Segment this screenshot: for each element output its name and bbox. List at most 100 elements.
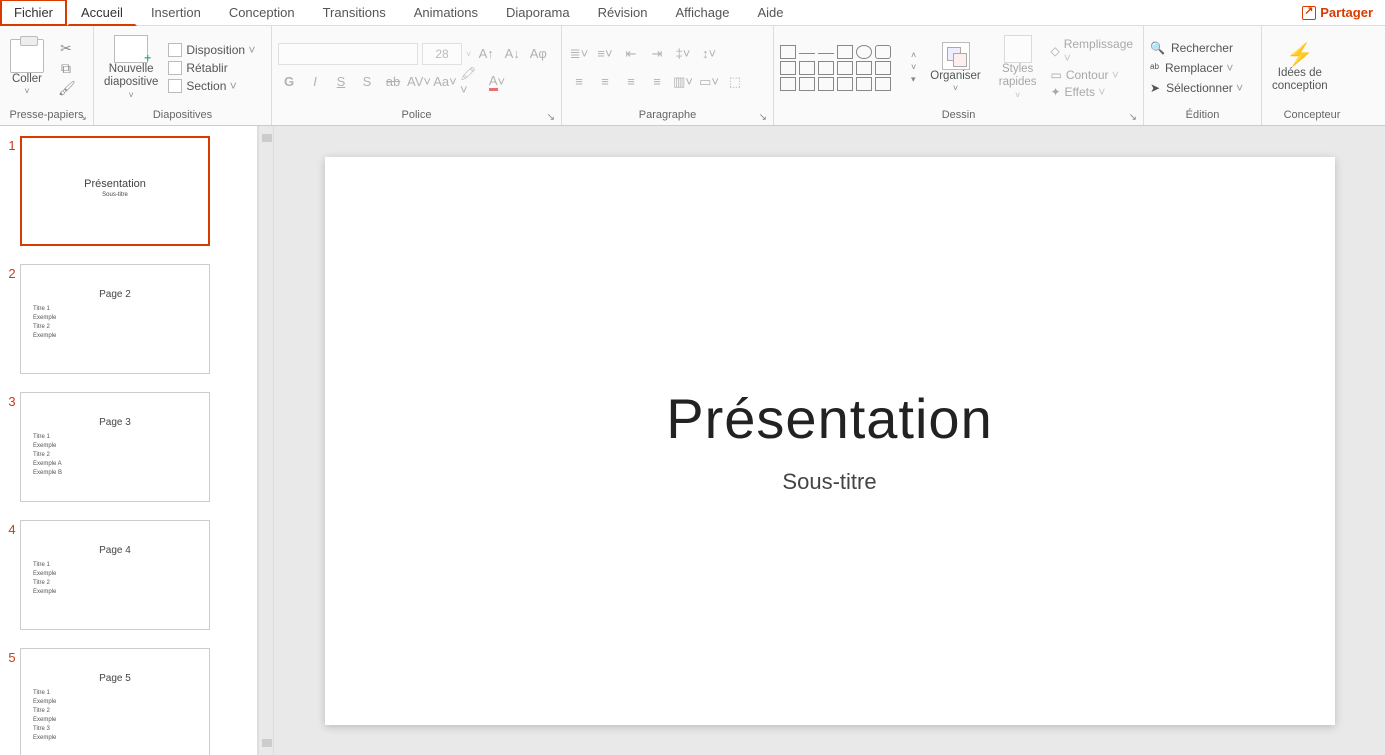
- columns-button[interactable]: ▥˅: [672, 71, 694, 93]
- share-button[interactable]: Partager: [1302, 5, 1373, 20]
- font-size-combo[interactable]: 28: [422, 43, 462, 65]
- paste-button[interactable]: Coller ˅: [6, 37, 48, 99]
- format-painter-icon[interactable]: 🖌: [58, 80, 74, 96]
- shape-bracket-icon[interactable]: [799, 77, 815, 91]
- shape-rect-icon[interactable]: [780, 45, 796, 59]
- shape-line-icon[interactable]: [799, 53, 815, 54]
- slide-title[interactable]: Présentation: [666, 386, 992, 451]
- thumbnail-row[interactable]: 3Page 3Titre 1ExempleTitre 2Exemple AExe…: [4, 392, 247, 502]
- current-slide[interactable]: Présentation Sous-titre: [325, 157, 1335, 725]
- shape-tri-icon[interactable]: [780, 61, 796, 75]
- tab-fichier[interactable]: Fichier: [0, 0, 67, 26]
- group-font: 28 ˅ A↑ A↓ Aφ G I S S ab AV˅ Aa˅ 🖍˅ A˅: [272, 26, 562, 125]
- select-button[interactable]: ➤Sélectionner: [1150, 81, 1243, 95]
- thumbnail-number: 3: [4, 394, 20, 409]
- tab-insertion[interactable]: Insertion: [137, 0, 215, 26]
- bullets-button[interactable]: ≣˅: [568, 43, 590, 65]
- shape-outline-button[interactable]: ▭Contour: [1050, 68, 1137, 82]
- font-color-button[interactable]: A˅: [486, 71, 508, 93]
- thumbnail-slide[interactable]: PrésentationSous-titre: [20, 136, 210, 246]
- arrange-button[interactable]: Organiser ˅: [926, 40, 985, 96]
- shape-brace-icon[interactable]: [818, 77, 834, 91]
- highlight-button[interactable]: 🖍˅: [460, 71, 482, 93]
- layout-button[interactable]: Disposition: [168, 43, 255, 57]
- thumbnail-slide[interactable]: Page 4Titre 1ExempleTitre 2Exemple: [20, 520, 210, 630]
- justify-button[interactable]: ≡: [646, 71, 668, 93]
- shape-star-icon[interactable]: [837, 77, 853, 91]
- gallery-down-icon[interactable]: ˅: [911, 62, 916, 72]
- quick-styles-button[interactable]: Styles rapides ˅: [995, 33, 1041, 102]
- thumbnail-slide[interactable]: Page 2Titre 1ExempleTitre 2Exemple: [20, 264, 210, 374]
- smartart-button[interactable]: ⬚: [724, 71, 746, 93]
- shape-line2-icon[interactable]: [818, 53, 834, 54]
- shape-rect2-icon[interactable]: [837, 45, 853, 59]
- find-button[interactable]: 🔍Rechercher: [1150, 41, 1243, 55]
- shape-arrow-icon[interactable]: [818, 61, 834, 75]
- shape-more-icon[interactable]: [875, 77, 891, 91]
- shape-callout-icon[interactable]: [875, 61, 891, 75]
- align-center-button[interactable]: ≡: [594, 71, 616, 93]
- thumbnail-row[interactable]: 4Page 4Titre 1ExempleTitre 2Exemple: [4, 520, 247, 630]
- reset-button[interactable]: Rétablir: [168, 61, 255, 75]
- section-button[interactable]: Section: [168, 79, 255, 93]
- shape-rrect-icon[interactable]: [875, 45, 891, 59]
- gallery-up-icon[interactable]: ˄: [911, 50, 916, 60]
- tab-conception[interactable]: Conception: [215, 0, 309, 26]
- align-right-button[interactable]: ≡: [620, 71, 642, 93]
- decrease-font-icon[interactable]: A↓: [501, 43, 523, 65]
- strike-button[interactable]: ab: [382, 71, 404, 93]
- drawing-dialog-launcher-icon[interactable]: ↘: [1129, 112, 1137, 123]
- thumbnail-row[interactable]: 5Page 5Titre 1ExempleTitre 2ExempleTitre…: [4, 648, 247, 755]
- clear-format-icon[interactable]: Aφ: [527, 43, 549, 65]
- shape-hex-icon[interactable]: [856, 61, 872, 75]
- tab-affichage[interactable]: Affichage: [661, 0, 743, 26]
- thumbnail-row[interactable]: 2Page 2Titre 1ExempleTitre 2Exemple: [4, 264, 247, 374]
- thumbnail-row[interactable]: 1PrésentationSous-titre: [4, 136, 247, 246]
- design-ideas-button[interactable]: ⚡ Idées de conception: [1268, 40, 1332, 96]
- tab-aide[interactable]: Aide: [743, 0, 797, 26]
- new-slide-button[interactable]: Nouvelle diapositive ˅: [100, 33, 162, 102]
- tab-transitions[interactable]: Transitions: [309, 0, 400, 26]
- tab-revision[interactable]: Révision: [584, 0, 662, 26]
- copy-icon[interactable]: ⧉: [58, 60, 74, 76]
- increase-indent-button[interactable]: ⇥: [646, 43, 668, 65]
- replace-button[interactable]: ᵃᵇRemplacer: [1150, 61, 1243, 75]
- shapes-gallery[interactable]: [780, 45, 901, 91]
- shape-effects-button[interactable]: ✦Effets: [1050, 85, 1137, 99]
- shape-arrow2-icon[interactable]: [837, 61, 853, 75]
- numbering-button[interactable]: ≡˅: [594, 43, 616, 65]
- paragraph-dialog-launcher-icon[interactable]: ↘: [759, 112, 767, 123]
- increase-font-icon[interactable]: A↑: [475, 43, 497, 65]
- shadow-button[interactable]: S: [356, 71, 378, 93]
- bold-button[interactable]: G: [278, 71, 300, 93]
- change-case-button[interactable]: Aa˅: [434, 71, 456, 93]
- gallery-more-icon[interactable]: ▾: [911, 74, 916, 85]
- decrease-indent-button[interactable]: ⇤: [620, 43, 642, 65]
- cut-icon[interactable]: ✂: [58, 40, 74, 56]
- thumbnail-number: 1: [4, 138, 20, 153]
- thumbnail-slide[interactable]: Page 3Titre 1ExempleTitre 2Exemple AExem…: [20, 392, 210, 502]
- work-area: 1PrésentationSous-titre2Page 2Titre 1Exe…: [0, 126, 1385, 755]
- font-family-combo[interactable]: [278, 43, 418, 65]
- slide-subtitle[interactable]: Sous-titre: [782, 469, 876, 495]
- font-dialog-launcher-icon[interactable]: ↘: [547, 112, 555, 123]
- shape-star2-icon[interactable]: [856, 77, 872, 91]
- clipboard-dialog-launcher-icon[interactable]: ↘: [79, 112, 87, 123]
- tab-diaporama[interactable]: Diaporama: [492, 0, 584, 26]
- shape-oval-icon[interactable]: [856, 45, 872, 59]
- tab-animations[interactable]: Animations: [400, 0, 492, 26]
- shape-curve-icon[interactable]: [780, 77, 796, 91]
- group-font-label: Police: [402, 109, 432, 121]
- text-direction-button[interactable]: ↕˅: [698, 43, 720, 65]
- align-left-button[interactable]: ≡: [568, 71, 590, 93]
- italic-button[interactable]: I: [304, 71, 326, 93]
- thumbnail-slide[interactable]: Page 5Titre 1ExempleTitre 2ExempleTitre …: [20, 648, 210, 755]
- shape-conn-icon[interactable]: [799, 61, 815, 75]
- underline-button[interactable]: S: [330, 71, 352, 93]
- shape-fill-button[interactable]: ◇Remplissage: [1050, 37, 1137, 65]
- align-text-button[interactable]: ▭˅: [698, 71, 720, 93]
- line-spacing-button[interactable]: ‡˅: [672, 43, 694, 65]
- layout-icon: [168, 43, 182, 57]
- tab-accueil[interactable]: Accueil: [67, 0, 137, 26]
- char-spacing-button[interactable]: AV˅: [408, 71, 430, 93]
